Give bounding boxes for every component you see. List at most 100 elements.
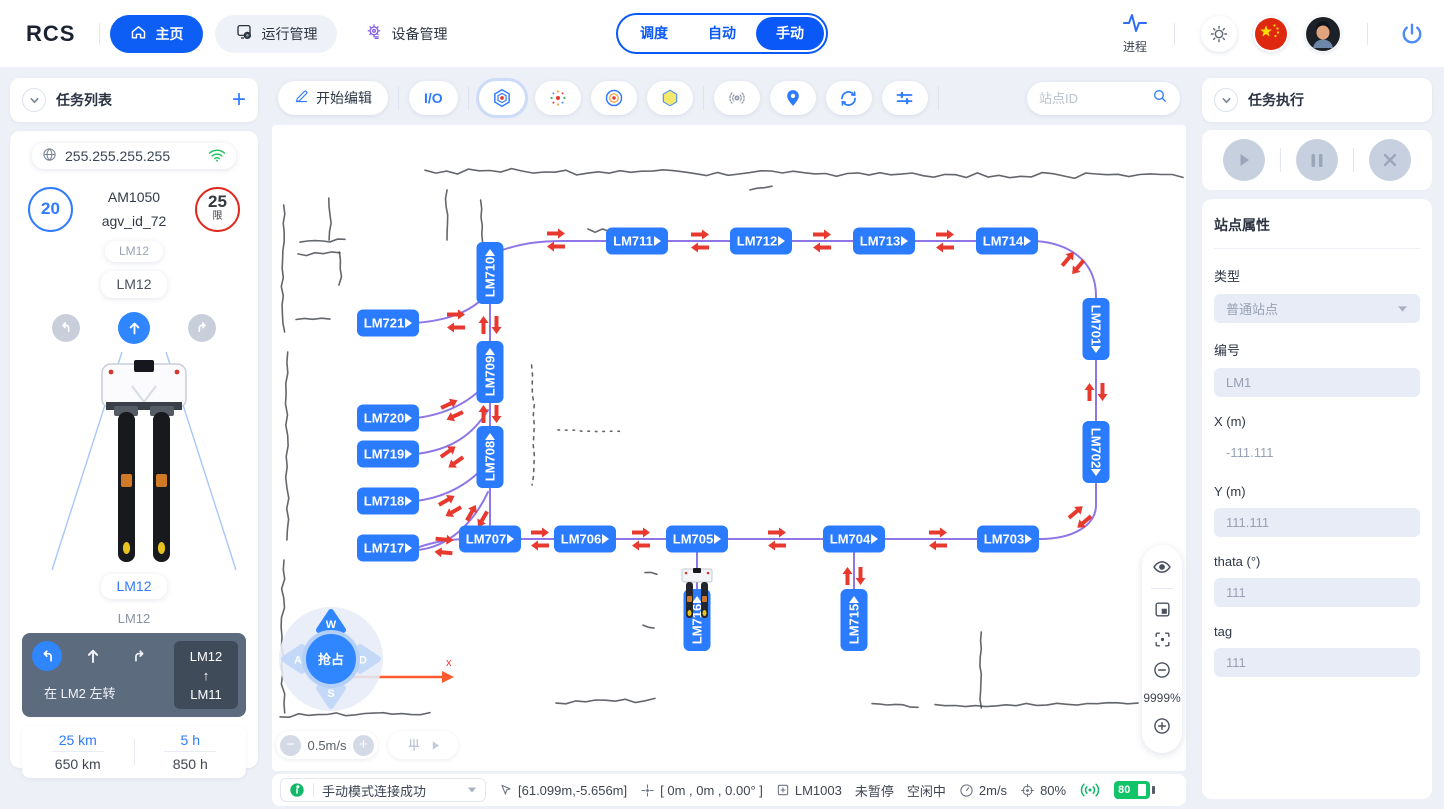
visibility-button[interactable] (1152, 557, 1172, 577)
station-LM701[interactable]: LM701 (1083, 298, 1110, 360)
nav-device-management[interactable]: 设备管理 (345, 15, 467, 53)
add-task-button[interactable]: + (232, 90, 246, 110)
lidar-scan-button[interactable] (714, 81, 760, 115)
map-wall (425, 169, 1183, 179)
start-edit-button[interactable]: 开始编辑 (278, 81, 388, 115)
station-LM718[interactable]: LM718 (357, 488, 419, 515)
divider (398, 86, 399, 110)
info-icon (289, 782, 305, 798)
station-LM708[interactable]: LM708 (477, 426, 504, 488)
station-LM717[interactable]: LM717 (357, 535, 419, 562)
nav-run-management[interactable]: 运行管理 (215, 15, 337, 53)
agv-identity: AM1050 agv_id_72 (102, 185, 167, 233)
station-LM705[interactable]: LM705 (666, 526, 728, 553)
map-view-toolbar: 9999% (1142, 545, 1182, 753)
route-from: LM11 (190, 685, 222, 704)
mode-manual[interactable]: 手动 (756, 17, 824, 50)
power-button[interactable] (1394, 16, 1430, 52)
nav-home[interactable]: 主页 (110, 15, 203, 53)
refresh-button[interactable] (826, 81, 872, 115)
map-wall (339, 252, 342, 285)
current-speed-gauge: 20 (28, 187, 73, 232)
mode-dispatch[interactable]: 调度 (620, 17, 688, 50)
zoom-in-button[interactable] (1152, 716, 1172, 736)
layer-scatter-button[interactable] (535, 81, 581, 115)
direction-arrow-pair (547, 229, 565, 252)
direction-arrow-pair (1066, 502, 1095, 531)
search-icon[interactable] (1152, 88, 1168, 109)
layer-target-button[interactable] (591, 81, 637, 115)
station-LM719[interactable]: LM719 (357, 441, 419, 468)
layer-normal-station-button[interactable] (479, 81, 525, 115)
station-LM709[interactable]: LM709 (477, 341, 504, 403)
layer-area-button[interactable] (647, 81, 693, 115)
center-focus-button[interactable] (1153, 630, 1172, 649)
pause-button[interactable] (1296, 139, 1338, 181)
y-input[interactable]: 111.111 (1214, 508, 1420, 537)
manual-joystick[interactable]: W A S D 抢占 (276, 604, 386, 714)
slam-map[interactable]: LM710 LM711 LM712 LM713 LM714 LM701 LM702 LM703… (272, 125, 1186, 771)
agv-ip-row[interactable]: 255.255.255.255 (32, 143, 236, 169)
minimap-button[interactable] (1153, 600, 1172, 619)
mode-auto[interactable]: 自动 (688, 17, 756, 50)
nav-device-label: 设备管理 (391, 24, 447, 44)
type-select[interactable]: 普通站点 (1214, 294, 1420, 323)
language-flag-button[interactable] (1253, 16, 1289, 52)
station-LM721[interactable]: LM721 (357, 310, 419, 337)
station-LM712[interactable]: LM712 (730, 228, 792, 255)
io-button[interactable]: I/O (409, 81, 458, 115)
theta-input[interactable]: 111 (1214, 578, 1420, 607)
station-LM703[interactable]: LM703 (977, 526, 1039, 553)
station-LM707[interactable]: LM707 (459, 526, 521, 553)
message-select[interactable]: 手动模式连接成功 (280, 778, 486, 802)
station-LM715[interactable]: LM715 (841, 589, 868, 651)
zoom-out-button[interactable] (1152, 660, 1172, 680)
locate-pin-button[interactable] (770, 81, 816, 115)
play-button[interactable] (1223, 139, 1265, 181)
station-LM720[interactable]: LM720 (357, 405, 419, 432)
station-LM713[interactable]: LM713 (853, 228, 915, 255)
fork-action-button[interactable] (388, 731, 458, 759)
station-LM702[interactable]: LM702 (1083, 421, 1110, 483)
collapse-chevron-icon[interactable] (22, 88, 46, 112)
station-search-input[interactable] (1039, 91, 1152, 106)
process-button[interactable]: 进程 (1122, 12, 1148, 55)
id-input[interactable]: LM1 (1214, 368, 1420, 397)
stat-distance-total: 650 km (22, 756, 134, 772)
filter-settings-button[interactable] (882, 81, 928, 115)
type-label: 类型 (1214, 266, 1420, 285)
station-LM706[interactable]: LM706 (554, 526, 616, 553)
battery-cap (1138, 784, 1146, 796)
station-LM704[interactable]: LM704 (823, 526, 885, 553)
station-label: LM719 (364, 447, 404, 462)
collapse-chevron-icon[interactable] (1214, 88, 1238, 112)
theme-toggle-button[interactable] (1201, 16, 1237, 52)
turn-back-left-button[interactable] (52, 314, 80, 342)
cancel-button[interactable] (1369, 139, 1411, 181)
speed-plus-button[interactable]: + (353, 735, 374, 756)
tag-input[interactable]: 111 (1214, 648, 1420, 677)
station-LM710[interactable]: LM710 (477, 242, 504, 304)
user-avatar[interactable] (1305, 16, 1341, 52)
station-LM711[interactable]: LM711 (606, 228, 668, 255)
go-straight-button[interactable] (118, 312, 150, 344)
signal-icon (1079, 782, 1101, 798)
straight-icon (78, 641, 108, 671)
play-small-icon (430, 740, 441, 751)
station-LM714[interactable]: LM714 (976, 228, 1038, 255)
x-input[interactable]: -111.111 (1214, 438, 1420, 467)
stat-hours-total: 850 h (135, 756, 247, 772)
divider (99, 23, 100, 45)
map-wall (300, 239, 345, 242)
station-label: LM711 (613, 234, 653, 249)
battery-level: 80 (1118, 784, 1130, 796)
stat-hours-today: 5 h (164, 732, 216, 752)
chevron-down-icon (1397, 305, 1408, 313)
station-label: LM720 (364, 411, 404, 426)
turn-forward-right-button[interactable] (188, 314, 216, 342)
next-station-label: LM12 (22, 611, 246, 626)
svg-text:抢占: 抢占 (318, 652, 344, 667)
direction-arrow-pair (463, 502, 492, 529)
speed-minus-button[interactable]: − (280, 735, 301, 756)
svg-text:D: D (359, 655, 367, 667)
